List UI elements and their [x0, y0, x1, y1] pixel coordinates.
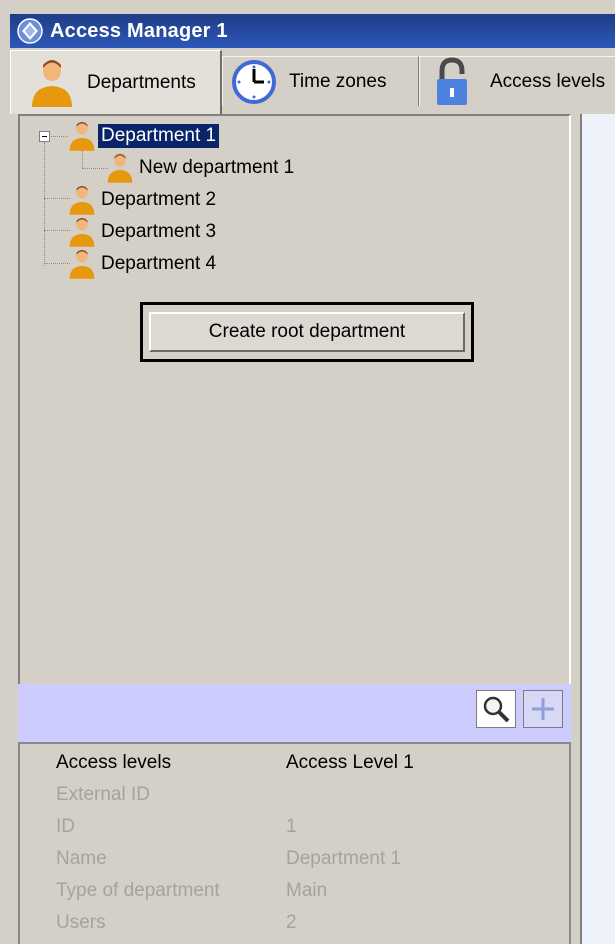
tree-item-label: Department 4 — [101, 253, 217, 274]
app-diamond-icon — [17, 18, 43, 44]
tree-item-department-3[interactable]: Department 3 — [66, 216, 219, 248]
property-name: Access levels — [56, 752, 172, 773]
window-title-bar[interactable]: Access Manager 1 — [10, 14, 615, 48]
property-value: 2 — [286, 912, 297, 933]
clock-icon — [232, 59, 276, 104]
tree-toolbar — [18, 684, 571, 742]
tree-item-department-2[interactable]: Department 2 — [66, 184, 219, 216]
property-name: Users — [56, 912, 106, 933]
property-row[interactable]: Name Department 1 — [56, 848, 401, 870]
tab-time-zones-label: Time zones — [289, 70, 387, 92]
tab-departments[interactable]: Departments — [10, 50, 222, 114]
tree-item-label: Department 3 — [101, 221, 217, 242]
property-name: Type of department — [56, 880, 220, 901]
create-root-department-highlight: Create root department — [140, 302, 474, 362]
tab-departments-label: Departments — [87, 71, 196, 93]
details-panel — [580, 114, 615, 944]
add-button[interactable] — [523, 690, 563, 728]
tree-item-label: Department 2 — [101, 189, 217, 210]
property-value: Access Level 1 — [286, 752, 414, 773]
property-row[interactable]: Users 2 — [56, 912, 297, 934]
property-name: Name — [56, 848, 107, 869]
user-icon — [32, 59, 72, 107]
property-value: 1 — [286, 816, 297, 837]
tab-strip: Departments Time zones Access levels — [10, 50, 615, 114]
property-value: Main — [286, 880, 328, 901]
tree-item-new-department-1[interactable]: New department 1 — [104, 152, 297, 184]
plus-icon — [532, 698, 554, 720]
property-row[interactable]: ID 1 — [56, 816, 297, 838]
department-tree-panel: Department 1 New department 1 Department… — [18, 114, 571, 684]
create-root-department-button[interactable]: Create root department — [149, 312, 465, 352]
tab-access-levels[interactable]: Access levels — [419, 56, 615, 106]
user-icon — [69, 249, 95, 279]
property-row[interactable]: Type of department Main — [56, 880, 327, 902]
property-row[interactable]: Access levels Access Level 1 — [56, 752, 414, 774]
property-name: External ID — [56, 784, 150, 805]
user-icon — [69, 185, 95, 215]
user-icon — [107, 153, 133, 183]
tab-time-zones[interactable]: Time zones — [222, 56, 419, 106]
search-button[interactable] — [476, 690, 516, 728]
property-row[interactable]: External ID — [56, 784, 286, 806]
property-name: ID — [56, 816, 75, 837]
tree-item-label: Department 1 — [98, 124, 220, 148]
user-icon — [69, 217, 95, 247]
tree-item-department-1[interactable]: Department 1 — [66, 120, 220, 152]
property-value: Department 1 — [286, 848, 402, 869]
window-title: Access Manager 1 — [50, 19, 228, 42]
tree-connector — [48, 136, 68, 137]
tree-item-department-4[interactable]: Department 4 — [66, 248, 219, 280]
search-icon — [483, 696, 510, 723]
properties-grid: Access levels Access Level 1 External ID… — [18, 742, 571, 944]
tree-item-label: New department 1 — [139, 157, 295, 178]
user-icon — [69, 121, 95, 151]
tab-access-levels-label: Access levels — [490, 70, 606, 92]
tree-collapse-toggle[interactable] — [39, 131, 50, 142]
lock-icon — [437, 56, 467, 105]
tree-connector — [44, 142, 45, 266]
